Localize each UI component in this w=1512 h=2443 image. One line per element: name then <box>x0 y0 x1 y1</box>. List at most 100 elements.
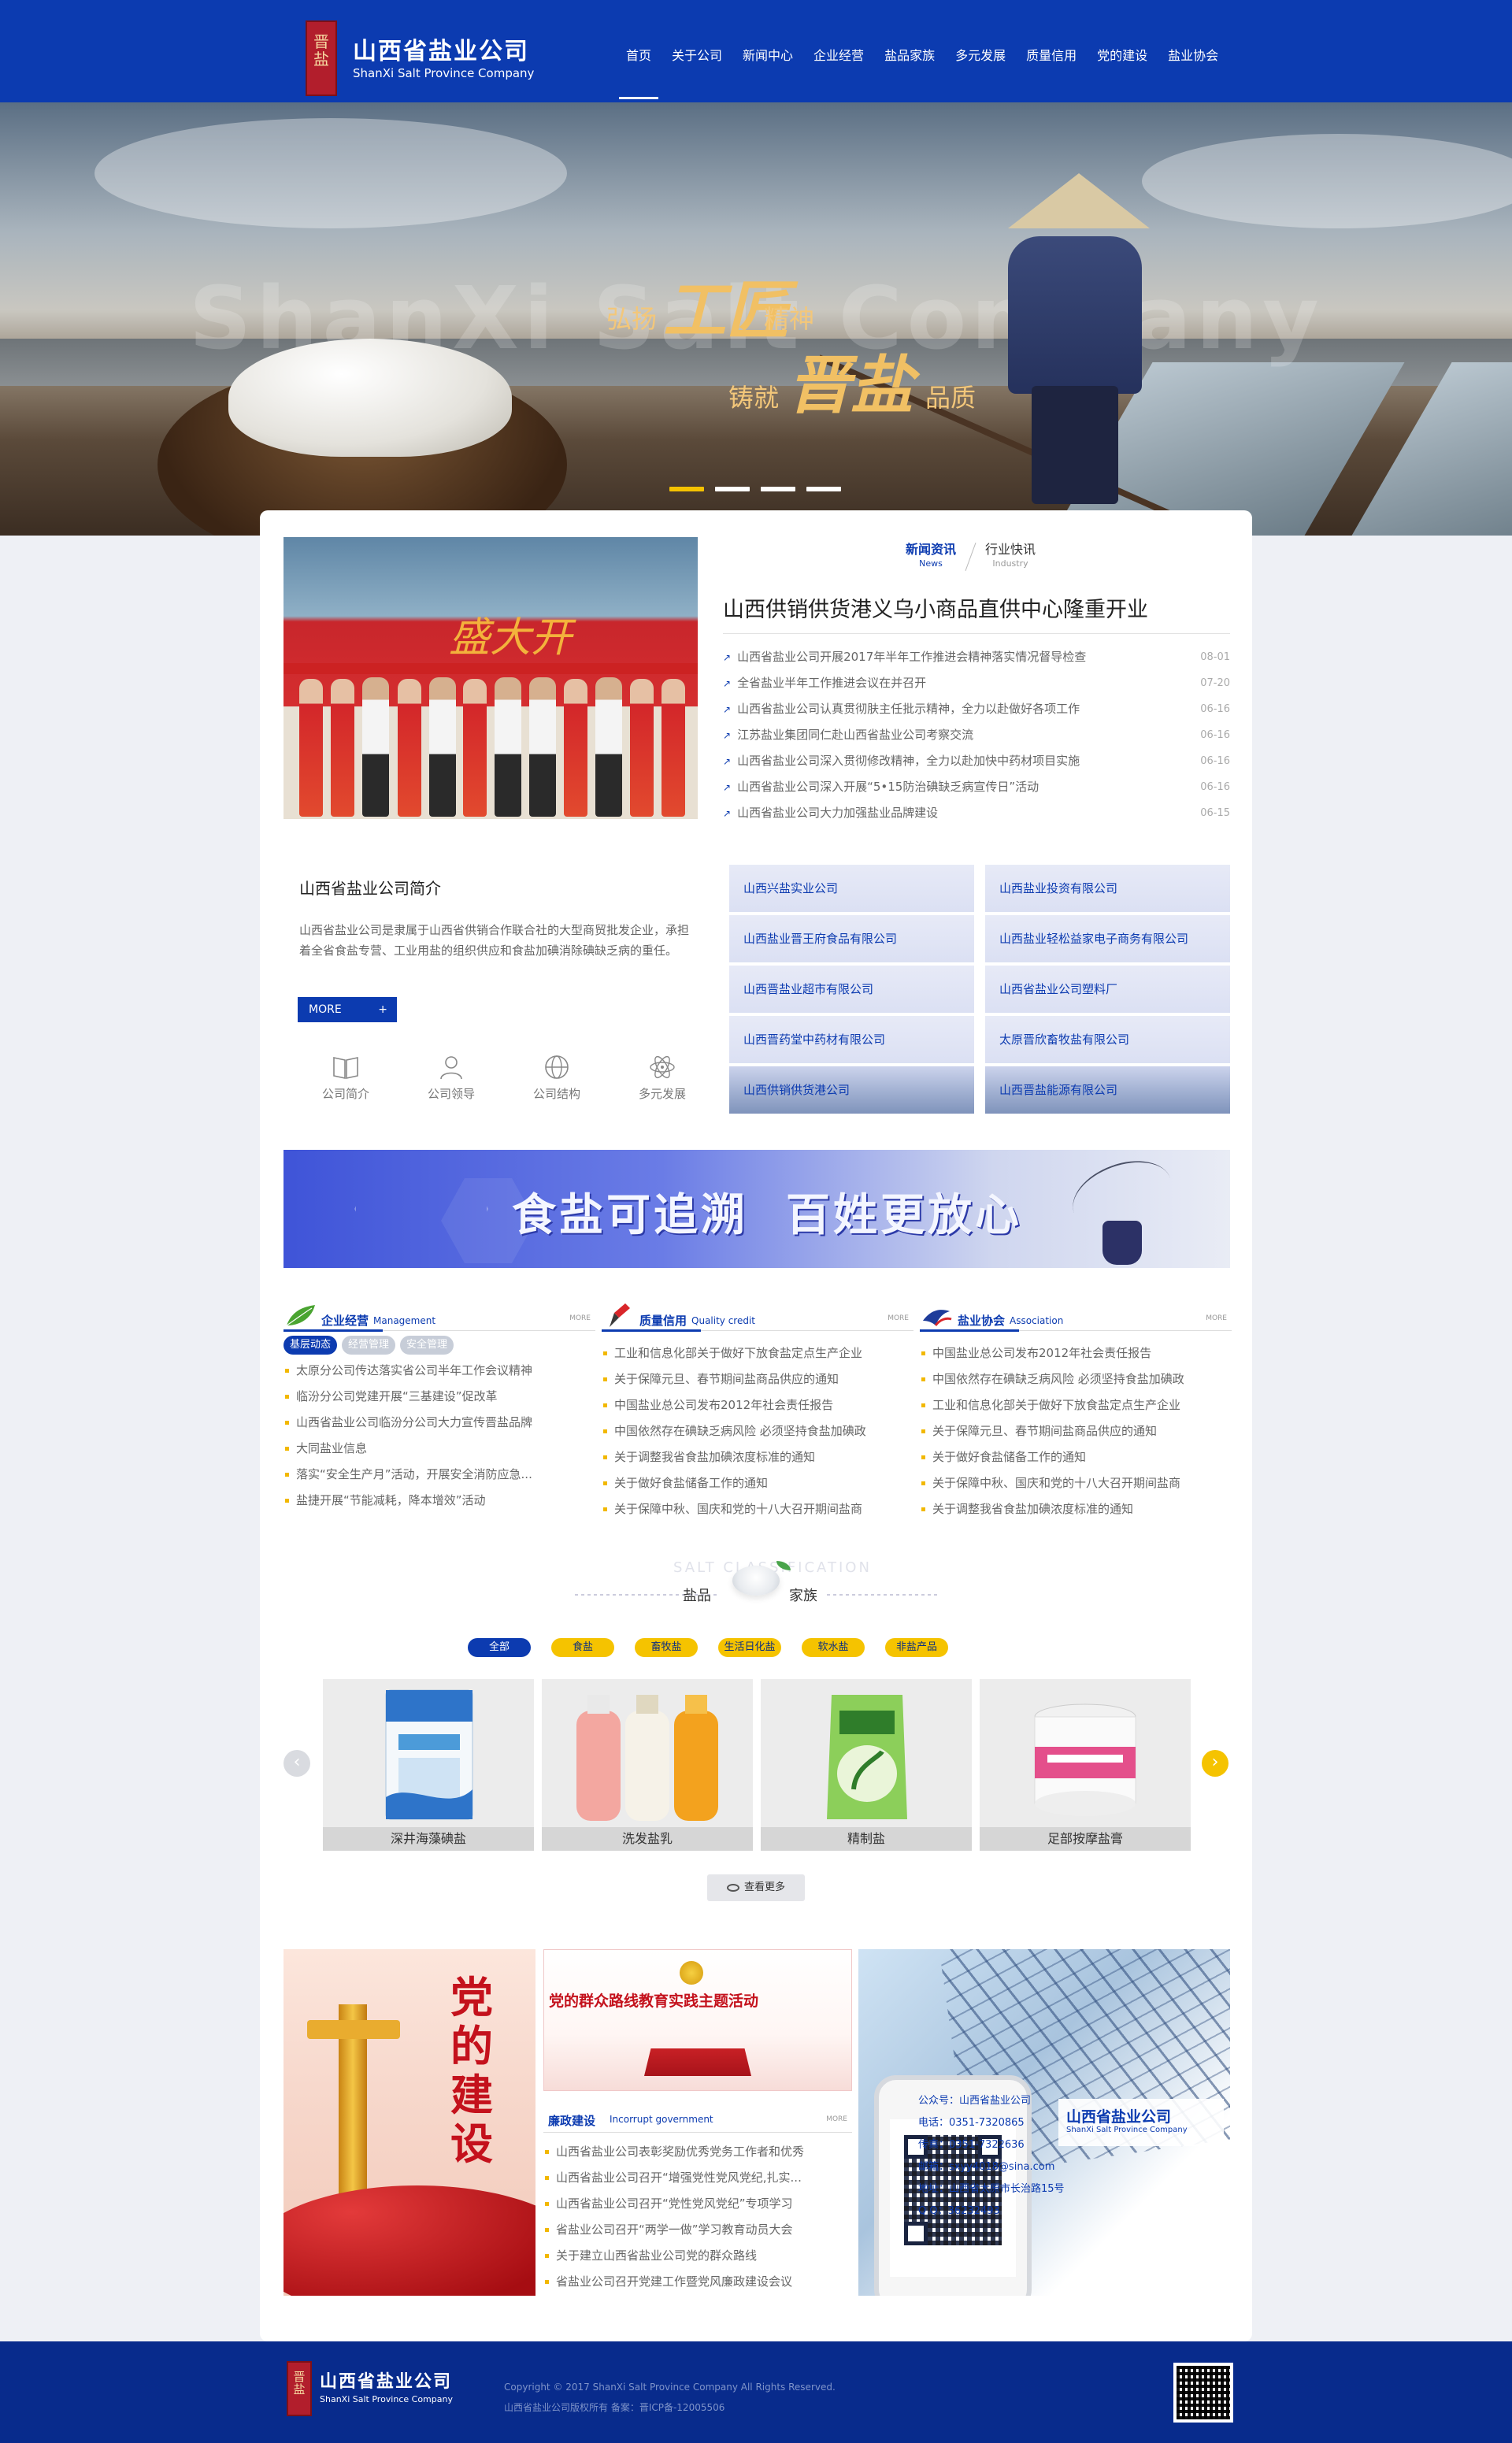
slogan-text: 弘扬 <box>606 304 658 334</box>
column-more-link[interactable]: MORE <box>569 1314 591 1322</box>
list-item[interactable]: 关于做好食盐储备工作的通知 <box>602 1470 914 1496</box>
subsidiary-link[interactable]: 山西晋盐能源有限公司 <box>985 1066 1230 1114</box>
product-card[interactable]: 洗发盐乳 <box>542 1679 753 1851</box>
nav-party[interactable]: 党的建设 <box>1087 0 1158 102</box>
list-item[interactable]: 临汾分公司党建开展“三基建设”促改革 <box>284 1384 595 1410</box>
filter-water-soft[interactable]: 软水盐 <box>802 1638 865 1657</box>
carousel-next-button[interactable]: › <box>1202 1750 1228 1777</box>
carousel-dot[interactable] <box>806 487 841 491</box>
copyright-text: Copyright © 2017 ShanXi Salt Province Co… <box>504 2382 836 2393</box>
shortcut-leaders[interactable]: 公司领导 <box>398 1054 504 1102</box>
tag-safety[interactable]: 安全管理 <box>400 1336 454 1355</box>
nav-home[interactable]: 首页 <box>616 0 662 102</box>
footer-logo[interactable]: 晋盐 山西省盐业公司 ShanXi Salt Province Company <box>287 2361 491 2416</box>
subsidiary-link[interactable]: 山西盐业晋王府食品有限公司 <box>729 915 974 962</box>
list-item[interactable]: 中国盐业总公司发布2012年社会责任报告 <box>920 1340 1232 1366</box>
tag-operations[interactable]: 经营管理 <box>342 1336 396 1355</box>
news-item[interactable]: 江苏盐业集团同仁赴山西省盐业公司考察交流06-16 <box>723 722 1230 748</box>
carousel-dot[interactable] <box>715 487 750 491</box>
nav-business[interactable]: 企业经营 <box>803 0 874 102</box>
view-more-button[interactable]: 查看更多 <box>707 1874 805 1901</box>
column-more-link[interactable]: MORE <box>1206 1314 1227 1322</box>
subsidiary-link[interactable]: 山西省盐业公司塑料厂 <box>985 966 1230 1013</box>
subsidiary-link[interactable]: 山西供销供货港公司 <box>729 1066 974 1114</box>
subsidiary-link[interactable]: 山西兴盐实业公司 <box>729 865 974 912</box>
nav-news[interactable]: 新闻中心 <box>732 0 803 102</box>
news-item[interactable]: 山西省盐业公司深入贯彻修改精神，全力以赴加快中药材项目实施06-16 <box>723 748 1230 774</box>
contact-email[interactable]: 邮箱：sxyy4018@sina.com <box>918 2156 1227 2178</box>
party-building-banner[interactable]: 党的建设 <box>284 1949 536 2296</box>
list-item[interactable]: 山西省盐业公司召开“增强党性党风党纪,扎实... <box>543 2165 852 2191</box>
photo-person <box>331 679 354 817</box>
traceability-banner[interactable]: 食盐可追溯 百姓更放心 <box>284 1150 1230 1268</box>
news-photo[interactable]: 盛大开 <box>284 537 698 819</box>
list-item[interactable]: 省盐业公司召开“两学一做”学习教育动员大会 <box>543 2217 852 2243</box>
subsidiary-link[interactable]: 山西晋药堂中药材有限公司 <box>729 1016 974 1063</box>
nav-quality[interactable]: 质量信用 <box>1016 0 1087 102</box>
list-item[interactable]: 关于保障中秋、国庆和党的十八大召开期间盐商 <box>920 1470 1232 1496</box>
list-item[interactable]: 中国依然存在碘缺乏病风险 必须坚持食盐加碘政 <box>920 1366 1232 1392</box>
list-item[interactable]: 关于做好食盐储备工作的通知 <box>920 1444 1232 1470</box>
subsidiary-link[interactable]: 太原晋欣畜牧盐有限公司 <box>985 1016 1230 1063</box>
news-item[interactable]: 山西省盐业公司认真贯彻肤主任批示精神，全力以赴做好各项工作06-16 <box>723 696 1230 722</box>
list-item[interactable]: 关于建立山西省盐业公司党的群众路线 <box>543 2243 852 2269</box>
news-headline[interactable]: 山西供销供货港义乌小商品直供中心隆重开业 <box>723 592 1148 623</box>
product-card[interactable]: 深井海藻碘盐 <box>323 1679 534 1851</box>
nav-association[interactable]: 盐业协会 <box>1158 0 1228 102</box>
icp-text: 山西省盐业公司版权所有 备案：晋ICP备-12005506 <box>504 2402 725 2413</box>
mass-line-banner[interactable]: 党的群众路线教育实践主题活动 <box>543 1949 852 2091</box>
filter-edible[interactable]: 食盐 <box>551 1638 614 1657</box>
list-item[interactable]: 盐捷开展“节能减耗，降本增效”活动 <box>284 1488 595 1514</box>
brand-logo[interactable]: 晋盐 山西省盐业公司 ShanXi Salt Province Company <box>306 20 573 96</box>
list-item[interactable]: 落实“安全生产月”活动，开展安全消防应急... <box>284 1462 595 1488</box>
clean-gov-more-link[interactable]: MORE <box>826 2115 847 2123</box>
subsidiary-link[interactable]: 山西盐业轻松益家电子商务有限公司 <box>985 915 1230 962</box>
list-item[interactable]: 太原分公司传达落实省公司半年工作会议精神 <box>284 1358 595 1384</box>
shortcut-diversified[interactable]: 多元发展 <box>610 1054 715 1102</box>
list-item[interactable]: 省盐业公司召开党建工作暨党风廉政建设会议 <box>543 2269 852 2295</box>
list-item[interactable]: 山西省盐业公司临汾分公司大力宣传晋盐品牌 <box>284 1410 595 1436</box>
nav-products[interactable]: 盐品家族 <box>874 0 945 102</box>
news-item[interactable]: 山西省盐业公司大力加强盐业品牌建设06-15 <box>723 800 1230 826</box>
carousel-dot[interactable] <box>761 487 795 491</box>
list-item[interactable]: 工业和信息化部关于做好下放食盐定点生产企业 <box>602 1340 914 1366</box>
list-item[interactable]: 中国盐业总公司发布2012年社会责任报告 <box>602 1392 914 1418</box>
pen-icon <box>610 1303 630 1327</box>
tab-industry[interactable]: 行业快讯 Industry <box>985 543 1036 571</box>
list-item[interactable]: 山西省盐业公司表彰奖励优秀党务工作者和优秀 <box>543 2139 852 2165</box>
product-card[interactable]: 精制盐 <box>761 1679 972 1851</box>
subsidiary-link[interactable]: 山西晋盐业超市有限公司 <box>729 966 974 1013</box>
list-item[interactable]: 关于保障中秋、国庆和党的十八大召开期间盐商 <box>602 1496 914 1522</box>
list-item[interactable]: 工业和信息化部关于做好下放食盐定点生产企业 <box>920 1392 1232 1418</box>
tab-news[interactable]: 新闻资讯 News <box>906 543 956 571</box>
carousel-prev-button[interactable]: ‹ <box>284 1750 310 1777</box>
list-item[interactable]: 关于调整我省食盐加碘浓度标准的通知 <box>920 1496 1232 1522</box>
filter-daily-chem[interactable]: 生活日化盐 <box>718 1638 781 1657</box>
news-item[interactable]: 山西省盐业公司开展2017年半年工作推进会精神落实情况督导检查08-01 <box>723 644 1230 670</box>
column-more-link[interactable]: MORE <box>888 1314 909 1322</box>
carousel-dot[interactable] <box>669 487 704 491</box>
list-item[interactable]: 关于调整我省食盐加碘浓度标准的通知 <box>602 1444 914 1470</box>
tag-local-news[interactable]: 基层动态 <box>284 1336 338 1355</box>
more-button[interactable]: MORE + <box>298 997 397 1022</box>
list-item[interactable]: 中国依然存在碘缺乏病风险 必须坚持食盐加碘政 <box>602 1418 914 1444</box>
filter-all[interactable]: 全部 <box>468 1638 531 1657</box>
filter-non-salt[interactable]: 非盐产品 <box>885 1638 948 1657</box>
list-item[interactable]: 关于保障元旦、春节期间盐商品供应的通知 <box>602 1366 914 1392</box>
list-item[interactable]: 大同盐业信息 <box>284 1436 595 1462</box>
list-item[interactable]: 山西省盐业公司召开“党性党风党纪”专项学习 <box>543 2191 852 2217</box>
tiananmen-graphic <box>644 2048 751 2076</box>
nav-about[interactable]: 关于公司 <box>662 0 732 102</box>
list-item[interactable]: 关于保障元旦、春节期间盐商品供应的通知 <box>920 1418 1232 1444</box>
nav-diversified[interactable]: 多元发展 <box>945 0 1016 102</box>
shortcut-structure[interactable]: 公司结构 <box>504 1054 610 1102</box>
photo-person <box>529 677 556 817</box>
contact-wechat: 公众号：山西省盐业公司 <box>918 2095 1032 2107</box>
shortcut-profile[interactable]: 公司简介 <box>293 1054 398 1102</box>
news-item[interactable]: 全省盐业半年工作推进会议在并召开07-20 <box>723 670 1230 696</box>
subsidiary-link[interactable]: 山西盐业投资有限公司 <box>985 865 1230 912</box>
news-item[interactable]: 山西省盐业公司深入开展“5•15防治碘缺乏病宣传日”活动06-16 <box>723 774 1230 800</box>
brand-name-cn: 山西省盐业公司 <box>353 38 529 65</box>
product-card[interactable]: 足部按摩盐膏 <box>980 1679 1191 1851</box>
filter-livestock[interactable]: 畜牧盐 <box>635 1638 698 1657</box>
